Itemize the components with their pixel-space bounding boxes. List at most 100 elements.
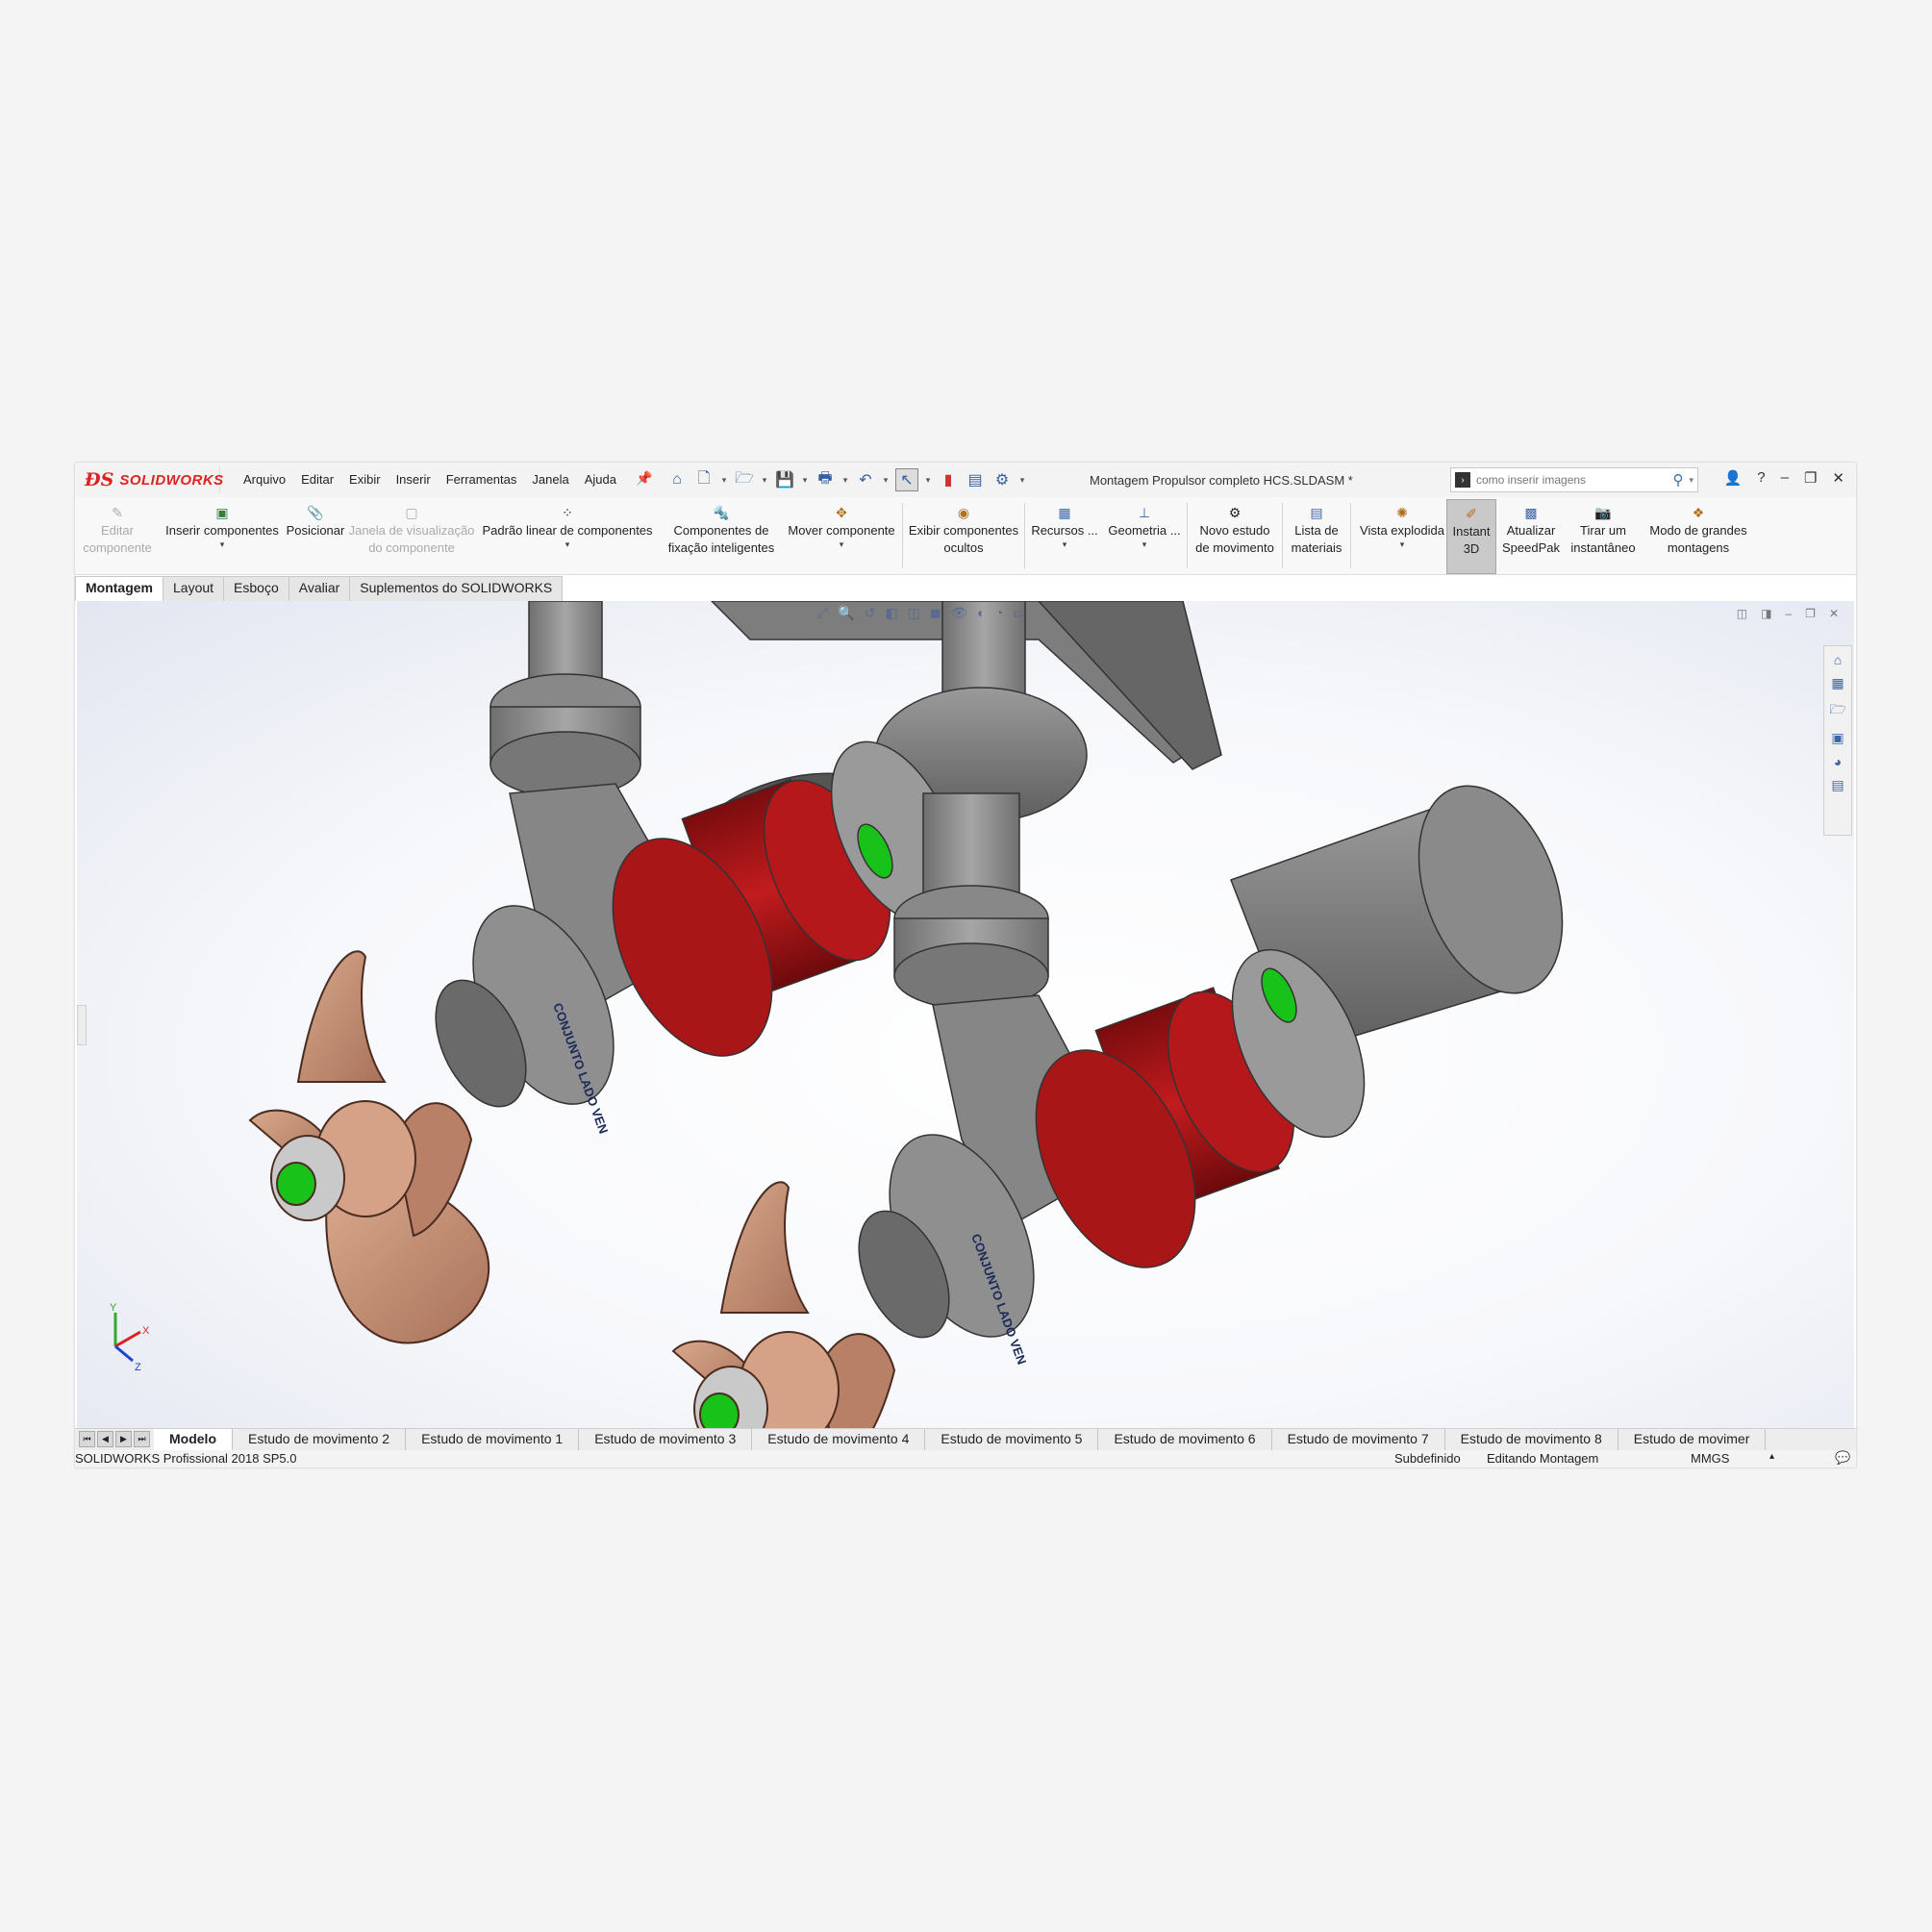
chevron-down-icon[interactable]: ▾ xyxy=(882,469,890,490)
last-tab-icon[interactable]: ⏭ xyxy=(134,1431,150,1447)
tab-motion-study-9[interactable]: Estudo de movimer xyxy=(1618,1429,1767,1450)
chevron-down-icon[interactable]: ▾ xyxy=(841,469,849,490)
rebuild-icon[interactable]: ▮ xyxy=(938,469,959,490)
new-motion-study-button[interactable]: ⚙ Novo estudo de movimento xyxy=(1189,499,1281,572)
menu-ferramentas[interactable]: Ferramentas xyxy=(446,472,517,487)
menu-arquivo[interactable]: Arquivo xyxy=(243,472,286,487)
tab-motion-study-6[interactable]: Estudo de movimento 6 xyxy=(1098,1429,1272,1450)
home-icon[interactable]: ⌂ xyxy=(666,469,688,490)
bill-of-materials-button[interactable]: ▤ Lista de materiais xyxy=(1284,499,1349,572)
tab-motion-study-3[interactable]: Estudo de movimento 3 xyxy=(579,1429,753,1450)
tab-montagem[interactable]: Montagem xyxy=(75,576,163,601)
open-folder-icon[interactable]: 🗁 xyxy=(734,469,755,490)
chevron-down-icon[interactable]: ▾ xyxy=(720,469,728,490)
chevron-down-icon[interactable]: ▾ xyxy=(1142,539,1147,549)
update-speedpak-button[interactable]: ▩ Atualizar SpeedPak xyxy=(1498,499,1564,572)
previous-tab-icon[interactable]: ◀ xyxy=(97,1431,113,1447)
first-tab-icon[interactable]: ⏮ xyxy=(79,1431,95,1447)
menu-exibir[interactable]: Exibir xyxy=(349,472,381,487)
chevron-down-icon[interactable]: ▾ xyxy=(1018,469,1026,490)
tab-motion-study-1[interactable]: Estudo de movimento 1 xyxy=(406,1429,580,1450)
pin-icon[interactable]: 📌 xyxy=(636,470,652,487)
previous-view-icon[interactable]: ↺ xyxy=(865,605,876,621)
tab-motion-study-4[interactable]: Estudo de movimento 4 xyxy=(752,1429,926,1450)
options-gear-icon[interactable]: ⚙ xyxy=(991,469,1013,490)
tab-modelo[interactable]: Modelo xyxy=(154,1429,233,1450)
chevron-down-icon[interactable]: ▾ xyxy=(840,539,844,549)
chat-bubble-icon[interactable]: 💬 xyxy=(1835,1450,1850,1466)
solidworks-logo[interactable]: ƉS SOLIDWORKS xyxy=(85,466,223,493)
tab-motion-study-7[interactable]: Estudo de movimento 7 xyxy=(1271,1429,1445,1450)
new-document-icon[interactable]: 🗋 xyxy=(693,469,715,490)
file-explorer-icon[interactable]: 🗁 xyxy=(1829,699,1845,722)
features-button[interactable]: ▦ Recursos ... ▾ xyxy=(1027,499,1102,572)
viewport-restore-icon[interactable]: ❐ xyxy=(1805,607,1816,620)
chevron-down-icon[interactable]: ▾ xyxy=(1063,539,1067,549)
user-icon[interactable]: 👤 xyxy=(1724,469,1743,487)
display-style-icon[interactable]: ◼ xyxy=(930,605,941,621)
chevron-down-icon[interactable]: ▾ xyxy=(1400,539,1405,549)
viewport-minimize-icon[interactable]: – xyxy=(1785,607,1792,620)
chevron-down-icon[interactable]: ▾ xyxy=(761,469,768,490)
minimize-icon[interactable]: – xyxy=(1781,469,1789,487)
appearances-icon[interactable]: ◕ xyxy=(1834,754,1842,769)
menu-janela[interactable]: Janela xyxy=(532,472,568,487)
section-view-icon[interactable]: ◧ xyxy=(885,605,897,621)
component-preview-button[interactable]: ▢ Janela de visualização do componente xyxy=(348,499,475,572)
next-tab-icon[interactable]: ▶ xyxy=(115,1431,132,1447)
graphics-area[interactable]: CONJUNTO LADO VEN CONJUNTO LADO VEN Y X … xyxy=(77,601,1854,1428)
propeller-assembly-model[interactable]: CONJUNTO LADO VEN CONJUNTO LADO VEN Y X … xyxy=(77,601,1854,1428)
reference-geometry-button[interactable]: ⊥ Geometria ... ▾ xyxy=(1104,499,1185,572)
design-library-icon[interactable]: ▦ xyxy=(1831,675,1844,691)
view-palette-icon[interactable]: ▣ xyxy=(1831,730,1844,746)
view-orientation-icon[interactable]: ◫ xyxy=(908,605,920,621)
search-icon[interactable]: ⚲ xyxy=(1672,471,1683,489)
viewport-tile-icon[interactable]: ◨ xyxy=(1761,607,1771,620)
insert-components-button[interactable]: ▣ Inserir componentes ▾ xyxy=(162,499,283,572)
menu-editar[interactable]: Editar xyxy=(301,472,334,487)
chevron-down-icon[interactable]: ▾ xyxy=(565,539,570,549)
chevron-down-icon[interactable]: ▾ xyxy=(1689,475,1694,486)
show-hidden-button[interactable]: ◉ Exibir componentes ocultos xyxy=(904,499,1023,572)
mate-button[interactable]: 📎 Posicionar xyxy=(285,499,346,572)
tab-layout[interactable]: Layout xyxy=(163,576,225,601)
chevron-down-icon[interactable]: ▾ xyxy=(801,469,809,490)
save-icon[interactable]: 💾 xyxy=(774,469,795,490)
menu-ajuda[interactable]: Ajuda xyxy=(585,472,616,487)
edit-appearance-icon[interactable]: ◐ xyxy=(977,605,985,621)
tab-motion-study-2[interactable]: Estudo de movimento 2 xyxy=(233,1429,407,1450)
scene-icon[interactable]: ◔ xyxy=(995,605,1003,621)
search-box[interactable]: › como inserir imagens ⚲ ▾ xyxy=(1450,467,1698,492)
feature-manager-toggle[interactable] xyxy=(77,1005,87,1045)
viewport-split-icon[interactable]: ◫ xyxy=(1737,607,1747,620)
tab-motion-study-5[interactable]: Estudo de movimento 5 xyxy=(925,1429,1099,1450)
move-component-button[interactable]: ✥ Mover componente ▾ xyxy=(782,499,901,572)
menu-inserir[interactable]: Inserir xyxy=(396,472,431,487)
linear-pattern-button[interactable]: ⁘ Padrão linear de componentes ▾ xyxy=(479,499,656,572)
chevron-up-icon[interactable]: ▴ xyxy=(1769,1451,1774,1462)
hide-show-icon[interactable]: 👁 xyxy=(950,605,967,621)
zoom-area-icon[interactable]: 🔍 xyxy=(838,605,854,621)
help-icon[interactable]: ? xyxy=(1757,469,1765,487)
restore-icon[interactable]: ❐ xyxy=(1804,469,1817,487)
tab-avaliar[interactable]: Avaliar xyxy=(288,576,351,601)
tab-suplementos[interactable]: Suplementos do SOLIDWORKS xyxy=(349,576,564,601)
tab-motion-study-8[interactable]: Estudo de movimento 8 xyxy=(1444,1429,1618,1450)
chevron-down-icon[interactable]: ▾ xyxy=(220,539,225,549)
chevron-down-icon[interactable]: ▾ xyxy=(924,469,932,490)
large-assembly-mode-button[interactable]: ❖ Modo de grandes montagens xyxy=(1643,499,1754,572)
exploded-view-button[interactable]: ✺ Vista explodida ▾ xyxy=(1352,499,1452,572)
undo-icon[interactable]: ↶ xyxy=(855,469,876,490)
smart-fasteners-button[interactable]: 🔩 Componentes de fixação inteligentes xyxy=(662,499,781,572)
edit-component-button[interactable]: ✎ Editar componente xyxy=(75,499,160,572)
file-properties-icon[interactable]: ▤ xyxy=(965,469,986,490)
close-icon[interactable]: ✕ xyxy=(1832,469,1844,487)
tab-esboco[interactable]: Esboço xyxy=(223,576,289,601)
zoom-to-fit-icon[interactable]: ⤢ xyxy=(817,605,828,621)
units-selector[interactable]: MMGS xyxy=(1691,1451,1729,1466)
solidworks-resources-icon[interactable]: ⌂ xyxy=(1834,652,1842,667)
instant3d-button[interactable]: ✐ Instant 3D xyxy=(1446,499,1496,574)
snapshot-button[interactable]: 📷 Tirar um instantâneo xyxy=(1566,499,1641,572)
custom-properties-icon[interactable]: ▤ xyxy=(1831,777,1844,793)
view-settings-icon[interactable]: ▭ xyxy=(1013,605,1025,621)
